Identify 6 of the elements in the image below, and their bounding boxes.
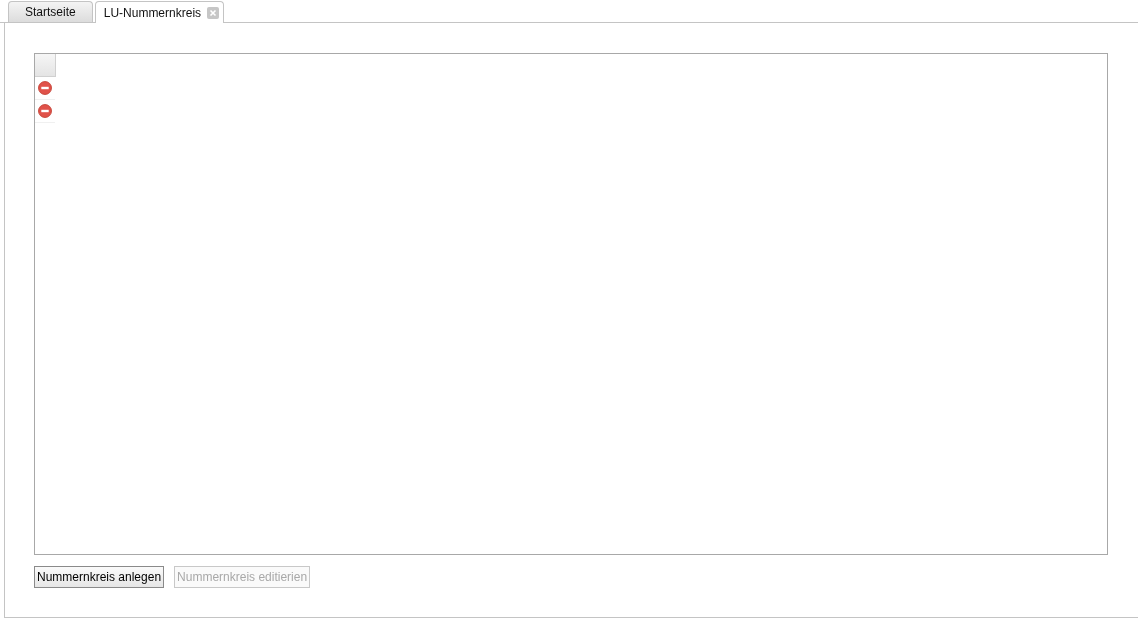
remove-icon[interactable] [38,81,52,95]
header-cell [35,54,56,77]
remove-icon[interactable] [38,104,52,118]
tab[interactable]: LU-Nummernkreis [94,1,225,23]
action-button[interactable]: Nummernkreis anlegen [34,566,165,588]
tab[interactable]: Startseite [8,1,93,22]
